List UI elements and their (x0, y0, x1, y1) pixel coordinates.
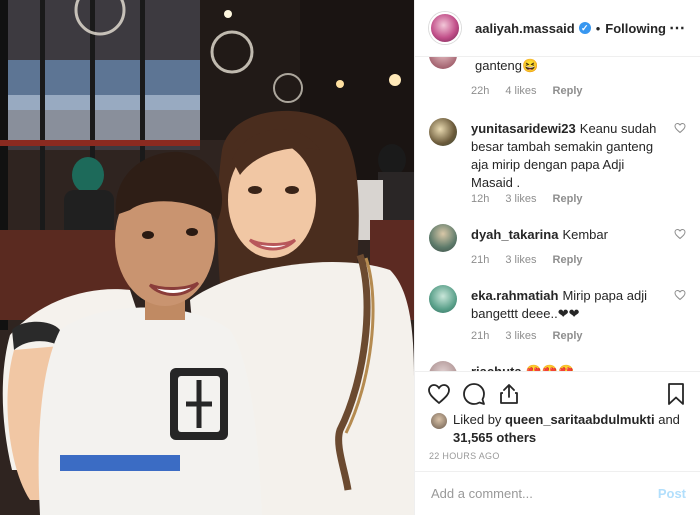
like-comment-heart-icon[interactable] (674, 228, 686, 240)
comment-age: 12h (471, 193, 490, 205)
reply-button[interactable]: Reply (553, 330, 583, 342)
heart-icon[interactable] (427, 382, 451, 406)
header-separator: • (595, 20, 601, 36)
comment-item: riachuta 😍😍😍 (429, 361, 686, 371)
post-header: aaliyah.massaid ✓ • Following ⋯ (415, 0, 700, 57)
commenter-avatar[interactable] (429, 285, 457, 313)
following-button[interactable]: Following (605, 21, 666, 36)
liker-avatar[interactable] (431, 413, 447, 429)
comment-age: 22h (471, 85, 490, 97)
comment-text: ganteng😆 (475, 58, 539, 73)
post-comment-button[interactable]: Post (658, 486, 686, 501)
commenter-username[interactable]: yunitasaridewi23 (471, 121, 576, 136)
comment-meta: 12h 3 likes Reply (471, 193, 599, 205)
comment-meta: 22h 4 likes Reply (471, 85, 599, 97)
add-comment-bar: Post (415, 471, 700, 515)
bookmark-icon[interactable] (664, 382, 688, 406)
post-photo[interactable] (0, 0, 414, 515)
share-icon[interactable] (497, 382, 521, 406)
reply-button[interactable]: Reply (553, 193, 583, 205)
comment-age: 21h (471, 330, 490, 342)
reply-button[interactable]: Reply (553, 85, 583, 97)
comments-list[interactable]: ganteng😆 22h 4 likes Reply yunitasaridewi2… (415, 57, 700, 371)
liker-username[interactable]: queen_saritaabdulmukti (505, 412, 655, 427)
commenter-avatar[interactable] (429, 224, 457, 252)
more-options-icon[interactable]: ⋯ (669, 18, 686, 38)
reply-button[interactable]: Reply (553, 254, 583, 266)
author-avatar[interactable] (429, 12, 461, 44)
liked-by-label: Liked by (453, 412, 502, 427)
post-timestamp[interactable]: 22 HOURS AGO (429, 451, 500, 461)
photo-illustration (0, 0, 414, 515)
likes-summary: Liked by queen_saritaabdulmukti and 31,5… (429, 410, 686, 450)
comment-text: Kembar (562, 227, 608, 242)
comment-likes[interactable]: 3 likes (505, 254, 536, 266)
comment-item: ganteng😆 22h 4 likes Reply (429, 57, 686, 101)
commenter-username[interactable]: riachuta (471, 364, 522, 371)
like-comment-heart-icon[interactable] (674, 289, 686, 301)
post-sidebar: aaliyah.massaid ✓ • Following ⋯ ganteng😆… (414, 0, 700, 515)
comment-likes[interactable]: 3 likes (505, 330, 536, 342)
comment-meta: 21h 3 likes Reply (471, 330, 599, 342)
comment-item: yunitasaridewi23 Keanu sudah besar tambah… (429, 118, 686, 208)
like-comment-heart-icon[interactable] (674, 122, 686, 134)
commenter-avatar[interactable] (429, 118, 457, 146)
commenter-avatar[interactable] (429, 57, 457, 69)
likes-joiner: and (658, 412, 680, 427)
comment-likes[interactable]: 4 likes (505, 85, 536, 97)
comment-meta: 21h 3 likes Reply (471, 254, 599, 266)
comment-text: 😍😍😍 (526, 364, 575, 371)
commenter-avatar[interactable] (429, 361, 457, 371)
comment-item: dyah_takarina Kembar 21h 3 likes Reply (429, 224, 686, 274)
comment-age: 21h (471, 254, 490, 266)
verified-badge-icon: ✓ (578, 22, 591, 34)
commenter-username[interactable]: eka.rahmatiah (471, 288, 558, 303)
comment-likes[interactable]: 3 likes (505, 193, 536, 205)
comment-item: eka.rahmatiah Mirip papa adji bangettt de… (429, 285, 686, 357)
likes-count[interactable]: 31,565 others (453, 429, 536, 447)
instagram-post: aaliyah.massaid ✓ • Following ⋯ ganteng😆… (0, 0, 700, 515)
comment-input[interactable] (429, 485, 658, 502)
comment-icon[interactable] (462, 382, 486, 406)
commenter-username[interactable]: dyah_takarina (471, 227, 558, 242)
author-username[interactable]: aaliyah.massaid (475, 21, 575, 36)
